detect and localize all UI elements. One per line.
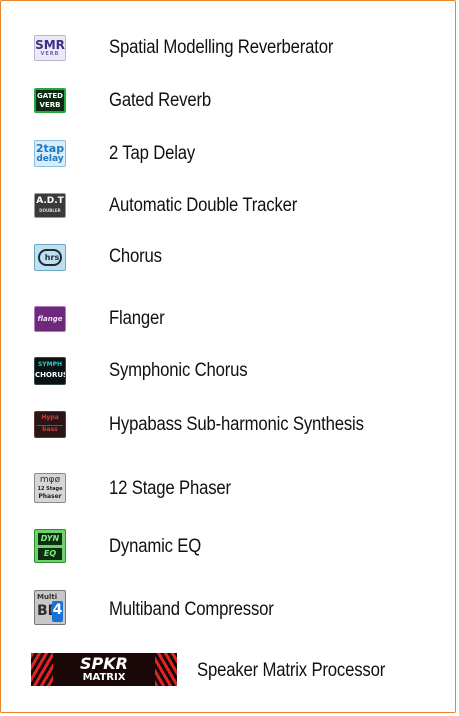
effects-list-panel: SMR VERB Spatial Modelling Reverberator … [0, 0, 456, 713]
adt-doubler-icon: A.D.T DOUBLER [34, 193, 66, 218]
list-item[interactable]: mφø 12 Stage Phaser 12 Stage Phaser [1, 468, 457, 508]
spkr-matrix-icon: SPKR MATRIX [31, 653, 177, 686]
dyn-eq-icon: DYN EQ [34, 529, 66, 563]
item-label: Spatial Modelling Reverberator [109, 37, 334, 58]
flanger-icon: flange [34, 306, 66, 332]
2tap-delay-icon: 2tap delay [34, 140, 66, 167]
item-label: 12 Stage Phaser [109, 478, 231, 499]
list-item[interactable]: SMR VERB Spatial Modelling Reverberator [1, 28, 457, 68]
list-item[interactable]: SYMPH CHORUS Symphonic Chorus [1, 351, 457, 391]
item-label: Multiband Compressor [109, 599, 274, 620]
smr-verb-icon: SMR VERB [34, 35, 66, 61]
multiband-icon: Multi BD 4 [34, 590, 66, 625]
list-item[interactable]: SPKR MATRIX Speaker Matrix Processor [1, 651, 457, 691]
list-item[interactable]: Multi BD 4 Multiband Compressor [1, 589, 457, 629]
item-label: Speaker Matrix Processor [197, 660, 386, 681]
item-label: Chorus [109, 246, 162, 267]
item-label: Flanger [109, 308, 165, 329]
list-item[interactable]: flange Flanger [1, 300, 457, 340]
item-label: Hypabass Sub-harmonic Synthesis [109, 414, 364, 435]
item-label: Symphonic Chorus [109, 360, 248, 381]
hypabass-icon: Hypa bass [34, 411, 66, 438]
item-label: Gated Reverb [109, 90, 211, 111]
item-label: Dynamic EQ [109, 536, 202, 557]
symph-chorus-icon: SYMPH CHORUS [34, 357, 66, 385]
phaser-icon: mφø 12 Stage Phaser [34, 473, 66, 503]
list-item[interactable]: A.D.T DOUBLER Automatic Double Tracker [1, 186, 457, 226]
list-item[interactable]: DYN EQ Dynamic EQ [1, 526, 457, 566]
gated-verb-icon: GATED VERB [34, 88, 66, 113]
list-item[interactable]: 2tap delay 2 Tap Delay [1, 134, 457, 174]
list-item[interactable]: GATED VERB Gated Reverb [1, 81, 457, 121]
item-label: Automatic Double Tracker [109, 195, 298, 216]
list-item[interactable]: Hypa bass Hypabass Sub-harmonic Synthesi… [1, 405, 457, 445]
list-item[interactable]: hrs Chorus [1, 238, 457, 278]
item-label: 2 Tap Delay [109, 143, 196, 164]
chorus-icon: hrs [34, 244, 66, 271]
